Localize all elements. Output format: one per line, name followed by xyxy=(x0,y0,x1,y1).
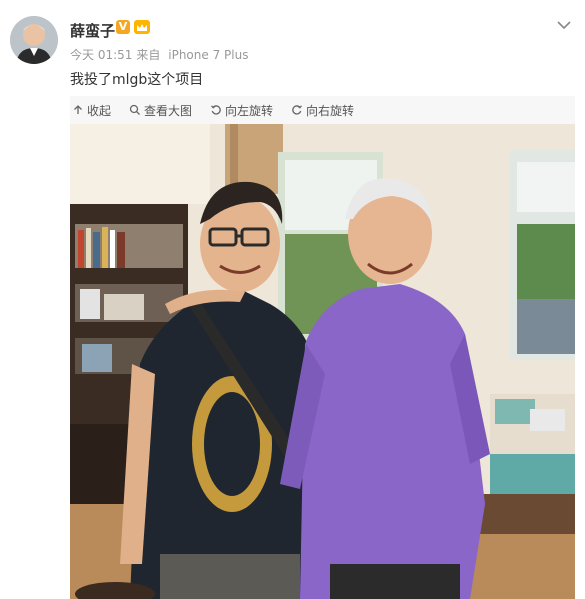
rotate-left-label: 向左旋转 xyxy=(225,103,274,118)
rotate-right-icon xyxy=(292,105,303,115)
post-time: 今天 01:51 xyxy=(70,48,133,62)
search-icon xyxy=(129,104,140,115)
rotate-right-label: 向右旋转 xyxy=(306,103,355,118)
post-meta: 今天 01:51 来自 iPhone 7 Plus xyxy=(70,46,252,63)
rotate-left-icon xyxy=(211,105,221,115)
view-large-label: 查看大图 xyxy=(144,103,193,118)
avatar[interactable] xyxy=(10,16,58,64)
username[interactable]: 薛蛮子 xyxy=(70,20,115,41)
post-photo[interactable] xyxy=(70,124,575,599)
post-text: 我投了mlgb这个项目 xyxy=(70,72,204,88)
post-source[interactable]: iPhone 7 Plus xyxy=(168,48,248,62)
chevron-down-icon[interactable] xyxy=(555,16,573,34)
verified-badge: V xyxy=(116,20,130,34)
vip-icon xyxy=(134,20,150,34)
source-prefix: 来自 xyxy=(136,48,161,62)
weibo-post: 薛蛮子 V 今天 01:51 来自 iPhone 7 Plus 我投了mlgb这个… xyxy=(0,0,585,599)
rotate-right-button[interactable]: 向右旋转 xyxy=(291,102,354,119)
rotate-left-button[interactable]: 向左旋转 xyxy=(210,102,273,119)
collapse-icon xyxy=(74,105,82,114)
collapse-button[interactable]: 收起 xyxy=(72,102,111,119)
collapse-label: 收起 xyxy=(87,103,112,118)
view-large-button[interactable]: 查看大图 xyxy=(129,102,192,119)
image-toolbar: 收起 查看大图 向左旋转 向右旋转 xyxy=(70,96,575,124)
